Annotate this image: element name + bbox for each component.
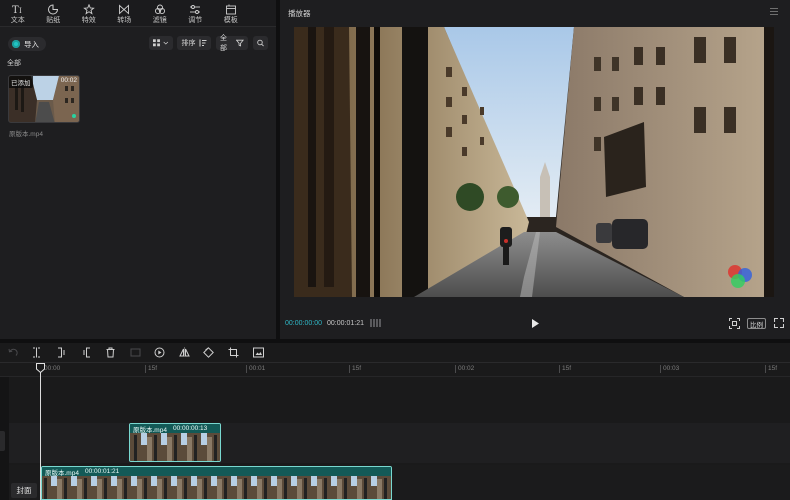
chevron-down-icon [163,41,169,45]
tab-transition[interactable]: 转场 [107,0,143,27]
play-icon[interactable] [530,318,540,329]
media-item[interactable]: 已添加 00:02 [8,75,80,123]
clip-name: 原版本.mp4 [45,469,79,477]
text-icon: TI [12,4,24,15]
overlay-track [9,423,790,463]
search-button[interactable] [253,36,268,50]
clip-header: 原版本.mp4 00:00:00:13 [130,424,220,434]
svg-text:T: T [12,5,19,15]
ruler-label: 15f [352,365,362,372]
tab-effects[interactable]: 特效 [71,0,107,27]
picture-in-picture-icon[interactable] [253,347,264,358]
filter-label: 全部 [220,35,227,52]
tab-adjust[interactable]: 调节 [178,0,214,27]
import-label: 导入 [24,39,39,49]
tab-label: 转场 [117,16,132,24]
crop-icon[interactable] [228,347,239,358]
added-badge: 已添加 [9,76,33,88]
search-icon [257,39,264,47]
sort-icon [199,39,206,47]
media-panel: TI 文本 贴纸 特效 转场 滤镜 调节 模板 导入 排序 全部 全部 已添加 … [0,0,276,339]
clip-duration: 00:00:01:21 [84,468,120,475]
rotate-icon[interactable] [203,347,214,358]
media-duration: 00:02 [60,77,77,84]
menu-icon[interactable] [770,8,778,15]
player-title: 播放器 [288,9,311,18]
split-icon[interactable] [31,347,42,358]
tab-template[interactable]: 模板 [213,0,249,27]
delete-icon[interactable] [105,347,116,358]
clip-name: 原版本.mp4 [133,426,167,434]
ruler-label: 00:01 [249,365,266,372]
tab-filter[interactable]: 滤镜 [142,0,178,27]
main-clip[interactable]: 原版本.mp4 00:00:01:21 [41,466,392,500]
all-media-label: 全部 [7,60,21,67]
ruler-label: 15f [562,365,572,372]
ruler-label: 00:02 [458,365,475,372]
undo-icon[interactable] [8,347,19,358]
ruler-label: 00:03 [663,365,680,372]
adjust-icon [189,4,201,15]
video-preview[interactable] [294,27,774,297]
current-time: 00:00:00:00 [285,320,322,327]
sort-label: 排序 [181,40,196,47]
tab-text[interactable]: TI 文本 [0,0,36,27]
mirror-icon[interactable] [179,347,190,358]
fullscreen-icon[interactable] [774,318,784,328]
status-dot-icon [72,114,76,118]
playhead-handle-icon[interactable] [36,363,45,373]
ruler-label: 00:00 [44,365,61,372]
import-button[interactable]: 导入 [8,37,46,51]
ratio-button[interactable]: 比例 [747,318,766,329]
ruler-label: 15f [148,365,158,372]
trim-left-icon[interactable] [56,347,67,358]
fit-screen-icon[interactable] [729,318,740,329]
ruler-label: 15f [768,365,778,372]
clip-frames [130,433,220,461]
overlay-clip[interactable]: 原版本.mp4 00:00:00:13 [129,423,221,462]
tab-label: 滤镜 [152,16,167,24]
clip-header: 原版本.mp4 00:00:01:21 [42,467,391,477]
trim-right-icon[interactable] [81,347,92,358]
tab-label: 特效 [81,16,96,24]
tab-label: 文本 [10,16,25,24]
timeline-ruler[interactable]: 00:00 15f 00:01 15f 00:02 15f 00:03 15f [0,363,790,377]
view-mode-button[interactable] [149,36,173,50]
tab-label: 调节 [188,16,203,24]
clip-duration: 00:00:00:13 [172,425,208,432]
collapse-handle[interactable] [0,431,5,451]
template-icon [225,4,237,15]
total-time: 00:00:01:21 [327,320,364,327]
waveform-icon[interactable] [370,318,382,328]
top-toolbar-tabs: TI 文本 贴纸 特效 转场 滤镜 调节 模板 [0,0,276,27]
timeline-toolbar [0,343,790,363]
clip-frames [42,476,391,499]
freeze-icon[interactable] [130,347,141,358]
filter-button[interactable]: 全部 [216,35,248,52]
sticker-icon [47,3,59,15]
filter-icon [154,4,166,15]
transition-icon [118,3,130,15]
sort-button[interactable]: 排序 [177,36,211,50]
playhead[interactable] [40,371,41,500]
import-icon [12,40,20,48]
tab-sticker[interactable]: 贴纸 [36,0,72,27]
effects-icon [82,3,95,15]
svg-text:I: I [19,7,22,15]
media-filename: 原版本.mp4 [9,131,43,138]
player-panel: 播放器 00:00:00:00 00:00:01:21 比例 [280,0,790,339]
reverse-play-icon[interactable] [154,347,165,358]
cover-button[interactable]: 封面 [11,483,37,498]
video-frame-image [294,27,774,297]
funnel-icon [236,39,244,47]
grid-view-icon [153,39,160,47]
tab-label: 贴纸 [46,16,61,24]
tab-label: 模板 [223,16,238,24]
